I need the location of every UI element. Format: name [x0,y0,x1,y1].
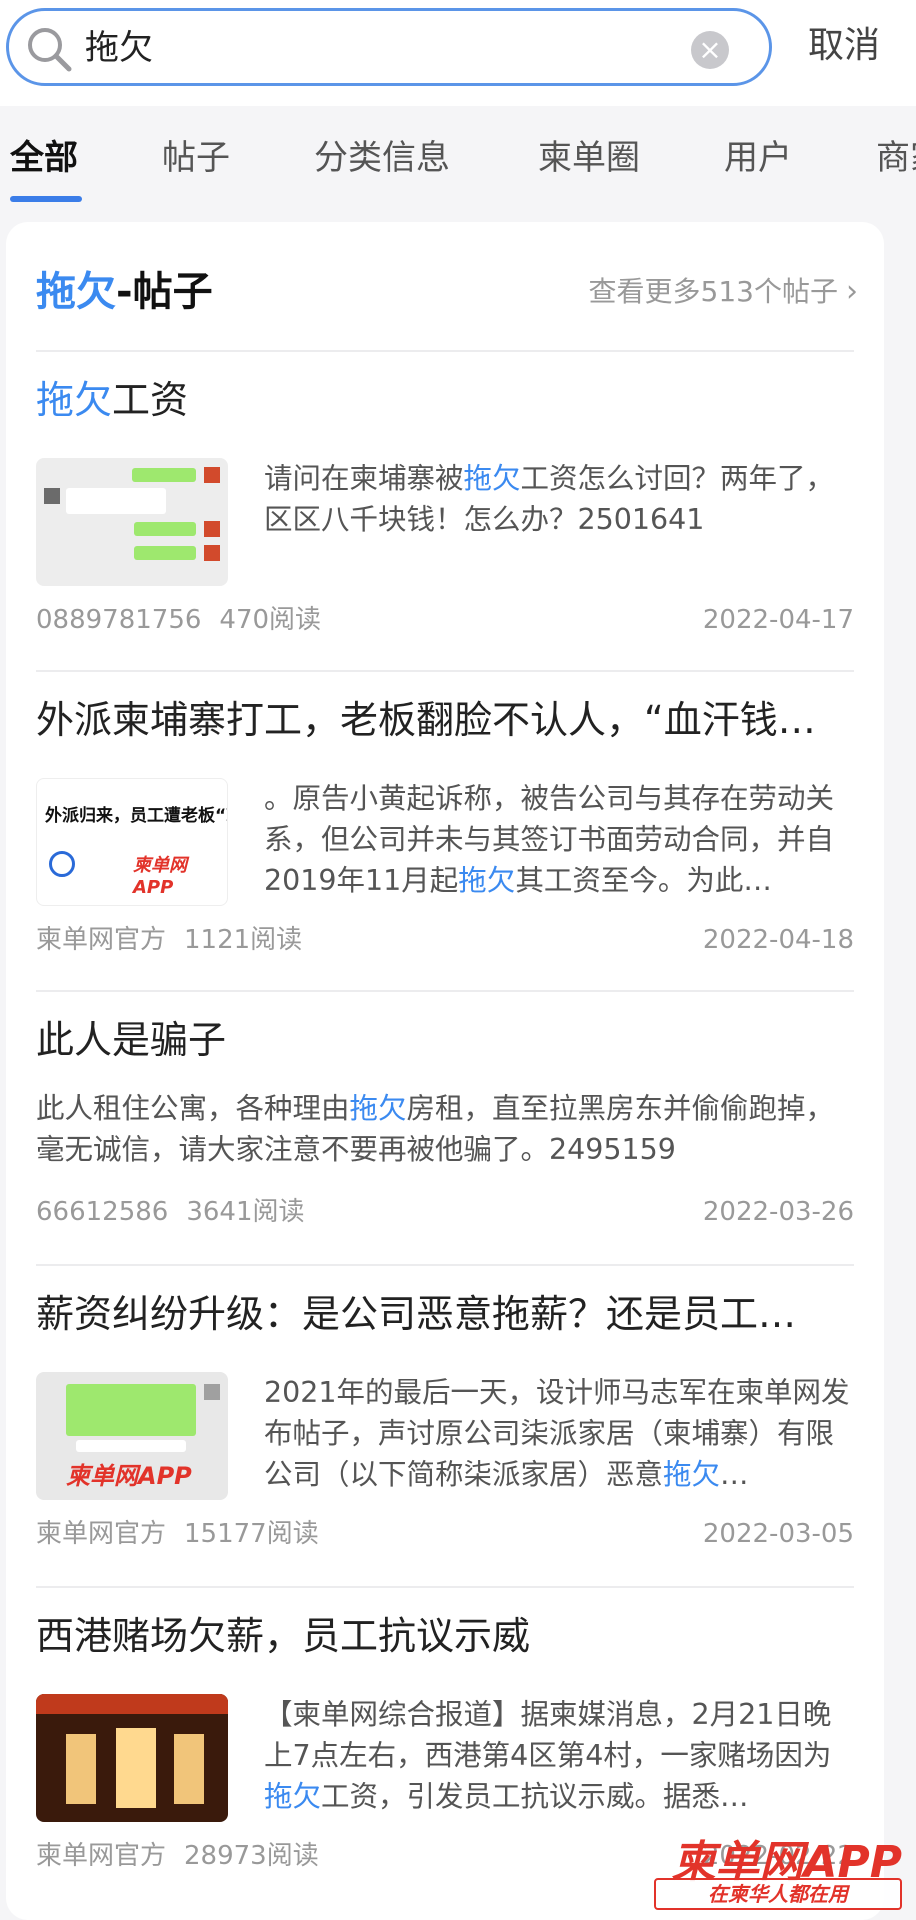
post-date: 2022-03-05 [702,1519,854,1549]
post-date: 2022-04-18 [702,925,854,955]
search-bar: 拖欠 × 取消 [0,0,916,106]
search-query-text: 拖欠 [85,28,153,68]
snippet-text: 【柬单网综合报道】据柬媒消息，2月21日晚上7点左右，西港第4区第4村，一家赌场… [264,1698,832,1772]
snippet-text: … [720,1458,749,1491]
post-views: 3641阅读 [186,1197,305,1227]
divider [36,1586,854,1588]
post-snippet: 。原告小黄起诉称，被告公司与其存在劳动关系，但公司并未与其签订书面劳动合同，并自… [264,778,854,901]
post-views: 15177阅读 [184,1519,319,1549]
post-author: 柬单网官方 [36,1519,167,1549]
snippet-keyword: 拖欠 [264,1780,322,1813]
post-item[interactable]: 此人是骗子 此人租住公寓，各种理由拖欠房租，直至拉黑房东并偷偷跑掉，毫无诚信，请… [36,1012,854,1232]
casino-photo-thumbnail [36,1694,228,1822]
section-title-keyword: 拖欠 [36,269,116,315]
post-meta: 0889781756 470阅读 [36,602,321,638]
chat-screenshot-thumbnail [36,458,228,586]
chat-bubble [132,468,196,482]
post-title: 薪资纠纷升级：是公司恶意拖薪？还是员工… [36,1292,797,1336]
cancel-button[interactable]: 取消 [808,20,880,72]
snippet-keyword: 拖欠 [458,864,516,897]
avatar [204,521,220,537]
avatar [44,488,60,504]
brand-logo-text: 柬单网APP [133,855,187,898]
snippet-text: 其工资至今。为此… [515,864,772,897]
post-author: 柬单网官方 [36,1841,167,1871]
post-date: 2022-03-26 [702,1197,854,1227]
brand-logo-text: 柬单网APP [66,1462,192,1490]
post-meta: 柬单网官方 15177阅读 [36,1516,319,1552]
post-views: 28973阅读 [184,1841,319,1871]
post-views: 1121阅读 [184,925,303,955]
view-more-posts-link[interactable]: 查看更多513个帖子 › [589,272,858,312]
snippet-text: 此人租住公寓，各种理由 [36,1092,350,1125]
photo-detail [116,1728,156,1808]
snippet-text: 工资，引发员工抗议示威。据悉… [321,1780,749,1813]
brand-watermark: 柬单网APP 在柬华人都在用 [654,1826,912,1912]
post-snippet: 【柬单网综合报道】据柬媒消息，2月21日晚上7点左右，西港第4区第4村，一家赌场… [264,1694,854,1817]
tab-all[interactable]: 全部 [10,134,78,182]
news-thumbnail: 柬单网APP [36,1372,228,1500]
divider [36,670,854,672]
news-logo-icon [49,851,75,877]
post-title: 西港赌场欠薪，员工抗议示威 [36,1614,531,1658]
tab-posts[interactable]: 帖子 [162,134,230,182]
post-meta: 柬单网官方 1121阅读 [36,922,302,958]
avatar [204,1384,220,1400]
chat-bubble [134,522,196,536]
tab-merchants[interactable]: 商家 [876,134,916,182]
post-meta: 66612586 3641阅读 [36,1194,305,1230]
tab-circle[interactable]: 柬单圈 [538,134,640,182]
snippet-text: 2021年的最后一天，设计师马志军在柬单网发布帖子，声讨原公司柒派家居（柬埔寨）… [264,1376,850,1491]
snippet-keyword: 拖欠 [663,1458,721,1491]
post-title: 此人是骗子 [36,1018,227,1062]
chat-bubble [76,1440,186,1452]
tab-users[interactable]: 用户 [724,134,792,182]
search-icon [28,28,72,72]
post-author: 柬单网官方 [36,925,167,955]
view-more-label: 查看更多513个帖子 [588,275,838,308]
post-author: 0889781756 [36,605,202,635]
watermark-slogan: 在柬华人都在用 [654,1878,902,1910]
divider [36,1264,854,1266]
post-item[interactable]: 薪资纠纷升级：是公司恶意拖薪？还是员工… 柬单网APP 2021年的最后一天，设… [36,1286,854,1566]
search-input[interactable]: 拖欠 × [6,8,772,86]
thumbnail-caption: 外派归来，员工遭老板“赖账” [45,806,227,826]
post-item[interactable]: 外派柬埔寨打工，老板翻脸不认人，“血汗钱… 外派归来，员工遭老板“赖账” 柬单网… [36,692,854,972]
photo-detail [36,1694,228,1714]
chat-bubble [134,546,196,560]
divider [36,350,854,352]
section-title: 拖欠-帖子 [36,264,213,320]
close-icon: × [698,33,722,66]
post-title-rest: 工资 [112,378,189,422]
avatar [204,467,220,483]
avatar [204,545,220,561]
post-author: 66612586 [36,1197,169,1227]
snippet-keyword: 拖欠 [349,1092,407,1125]
post-snippet: 此人租住公寓，各种理由拖欠房租，直至拉黑房东并偷偷跑掉，毫无诚信，请大家注意不要… [36,1088,854,1170]
section-title-suffix: -帖子 [116,269,213,315]
post-title-keyword: 拖欠 [36,378,113,422]
snippet-keyword: 拖欠 [463,462,521,495]
clear-search-button[interactable]: × [691,31,729,69]
snippet-text: 请问在柬埔寨被 [264,462,464,495]
photo-detail [66,1734,96,1804]
tab-classifieds[interactable]: 分类信息 [314,134,450,182]
divider [36,990,854,992]
chat-bubble [66,488,166,514]
post-title: 外派柬埔寨打工，老板翻脸不认人，“血汗钱… [36,698,816,742]
active-tab-indicator [10,196,82,202]
posts-results-card: 拖欠-帖子 查看更多513个帖子 › 拖欠工资 请问在柬埔寨被拖欠工资怎么讨回？两… [6,222,884,1920]
post-title: 拖欠工资 [36,372,854,428]
post-date: 2022-04-17 [702,605,854,635]
chat-bubble [66,1384,196,1436]
post-snippet: 请问在柬埔寨被拖欠工资怎么讨回？两年了，区区八千块钱！怎么办？2501641 [264,458,854,540]
category-tabs: 全部 帖子 分类信息 柬单圈 用户 商家 [0,106,916,206]
post-snippet: 2021年的最后一天，设计师马志军在柬单网发布帖子，声讨原公司柒派家居（柬埔寨）… [264,1372,854,1495]
post-views: 470阅读 [219,605,322,635]
chevron-right-icon: › [846,274,858,309]
post-meta: 柬单网官方 28973阅读 [36,1838,319,1874]
photo-detail [174,1734,204,1804]
news-thumbnail: 外派归来，员工遭老板“赖账” 柬单网APP [36,778,228,906]
post-item[interactable]: 拖欠工资 请问在柬埔寨被拖欠工资怎么讨回？两年了，区区八千块钱！怎么办？2501… [36,372,854,635]
